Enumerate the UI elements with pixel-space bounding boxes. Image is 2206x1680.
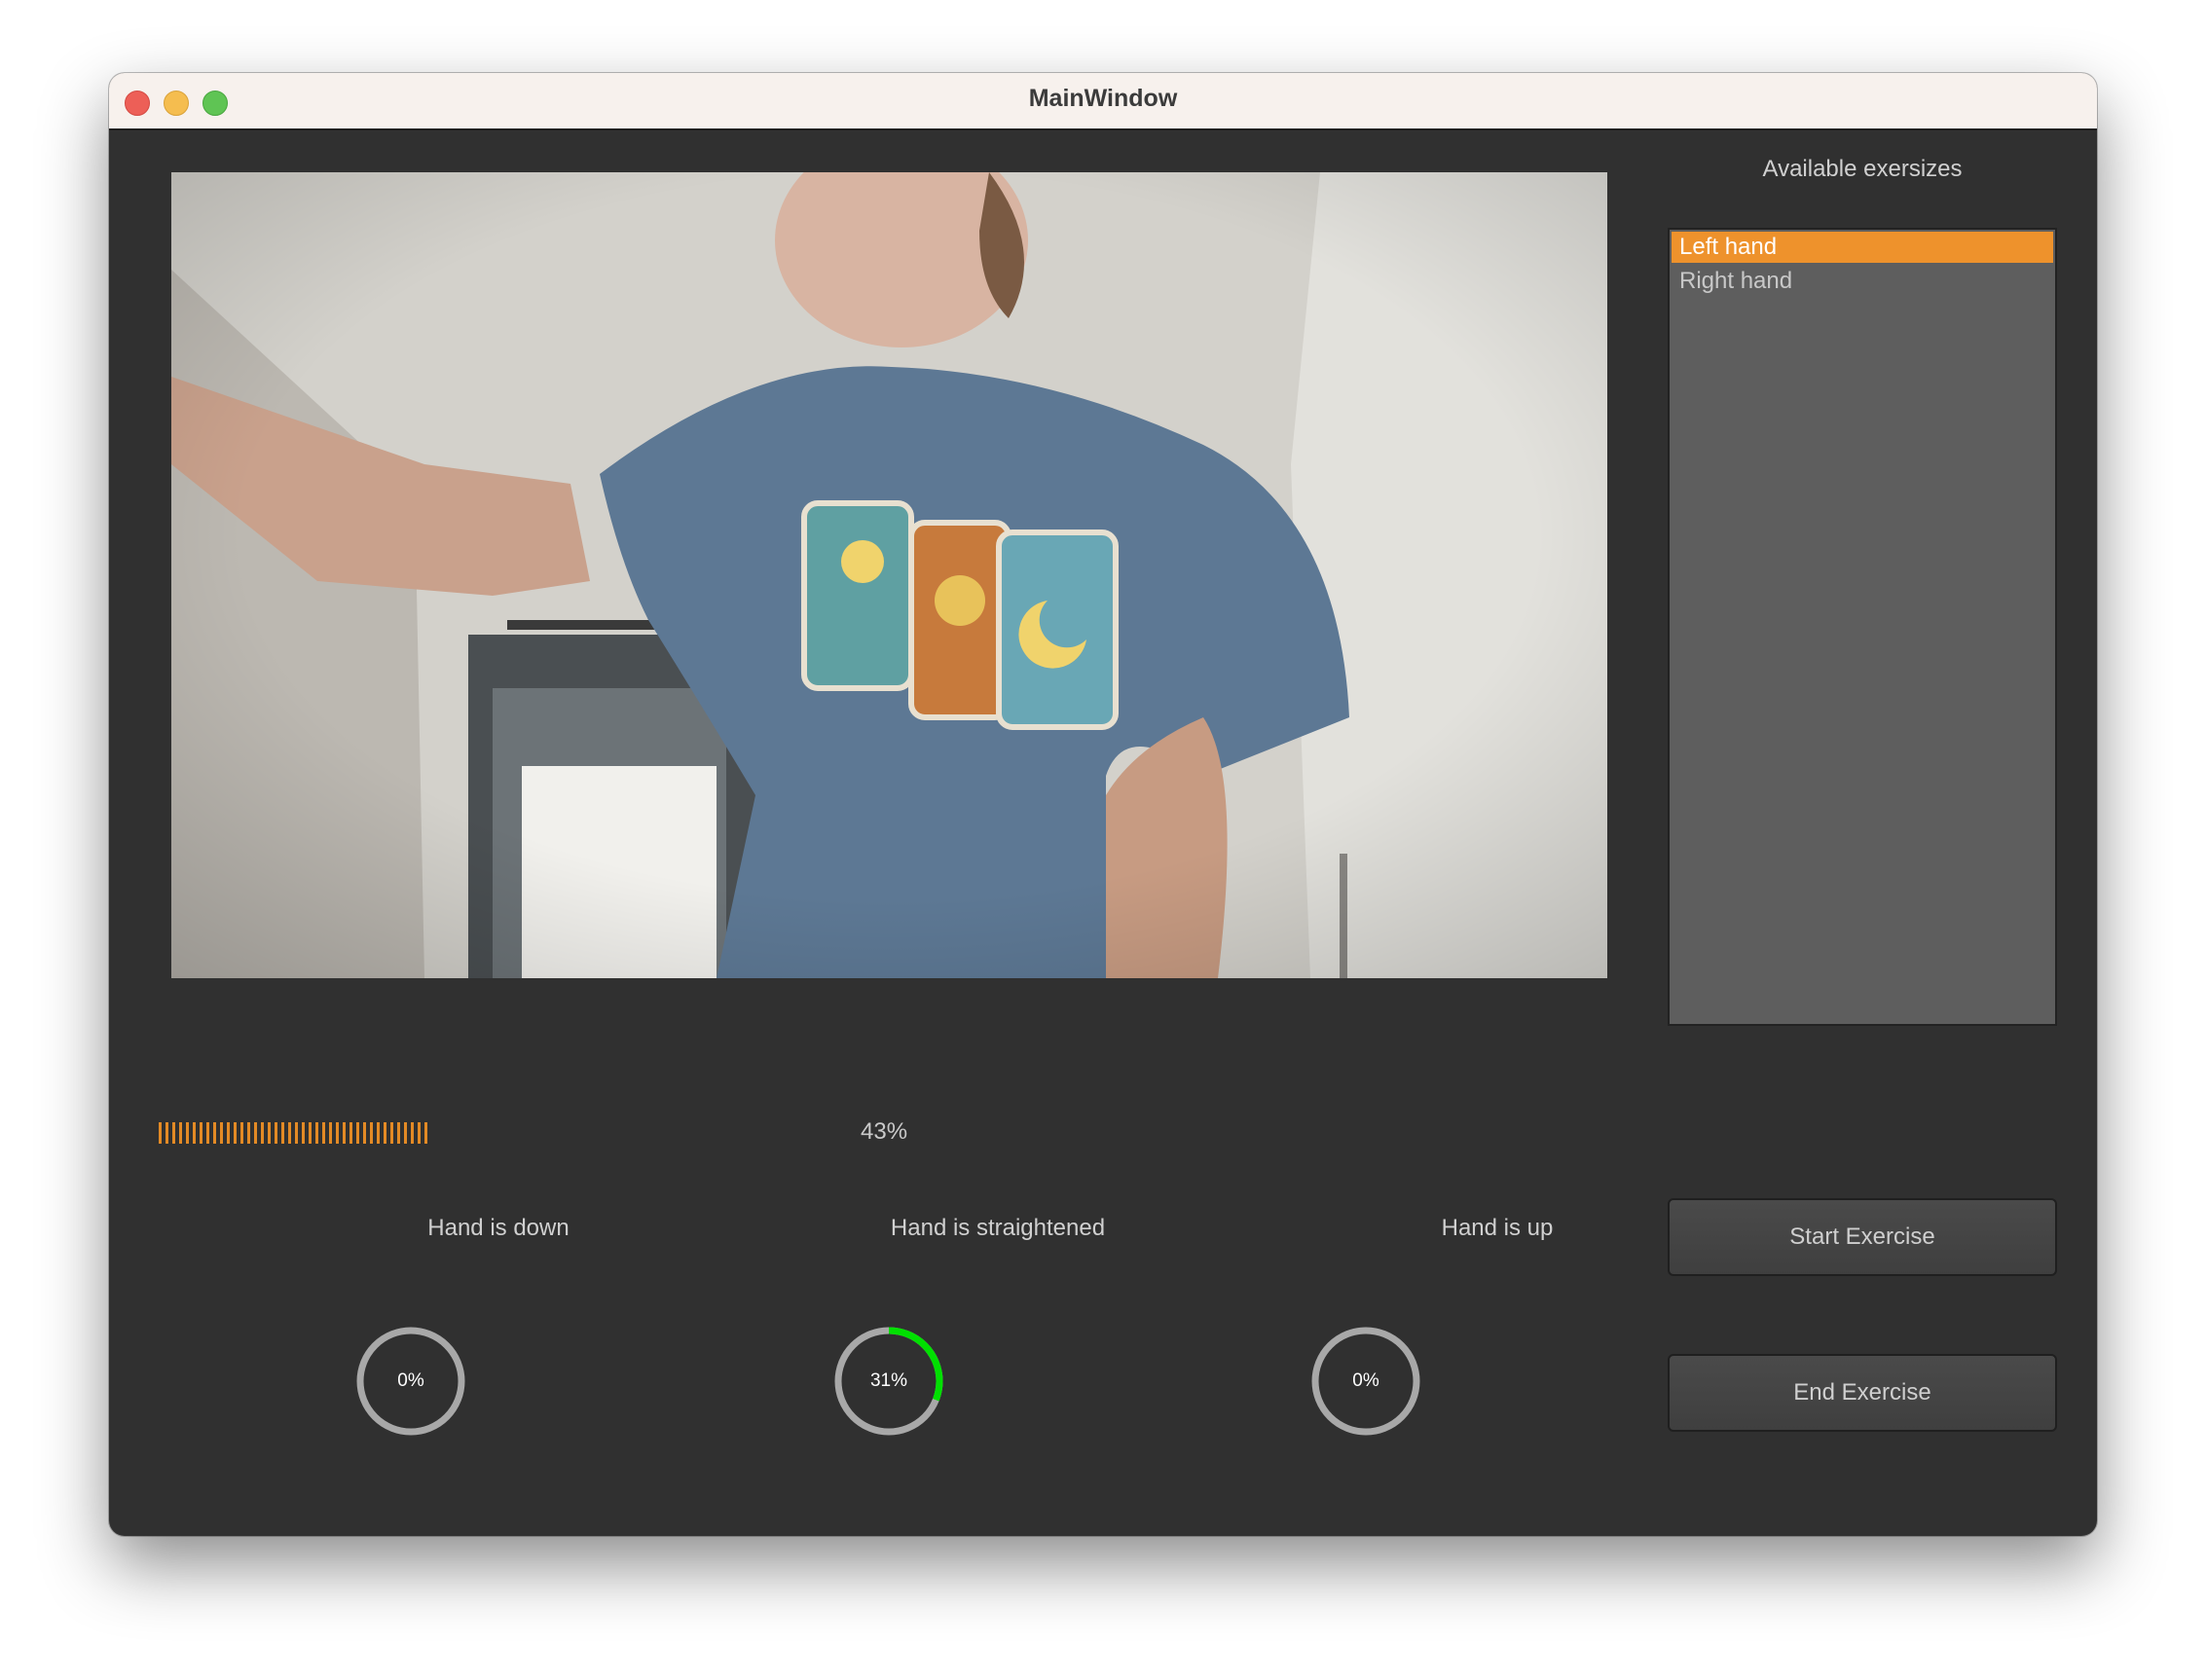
exercise-progress-fill xyxy=(159,1122,430,1144)
gauge-value-hand-up: 0% xyxy=(1352,1370,1379,1391)
exercise-list-title: Available exersizes xyxy=(1762,156,1963,182)
gauge-hand-up: 0% xyxy=(1309,1325,1422,1438)
exercise-progress-bar xyxy=(159,1122,789,1144)
main-window: MainWindow 43% Hand is down Hand is stra… xyxy=(109,73,2097,1536)
window-content: 43% Hand is down Hand is straightened Ha… xyxy=(109,130,2097,1536)
gauge-value-hand-down: 0% xyxy=(397,1370,424,1391)
gauge-label-hand-down: Hand is down xyxy=(427,1215,570,1241)
gauge-value-hand-straightened: 31% xyxy=(869,1370,908,1391)
gauge-hand-down: 0% xyxy=(354,1325,467,1438)
gauge-hand-straightened: 31% xyxy=(832,1325,945,1438)
camera-feed-view xyxy=(171,172,1607,978)
camera-frame-image xyxy=(171,172,1607,978)
end-exercise-button[interactable]: End Exercise xyxy=(1668,1354,2057,1432)
gauge-label-hand-straightened: Hand is straightened xyxy=(890,1215,1106,1241)
title-bar: MainWindow xyxy=(109,73,2097,130)
list-item-left-hand[interactable]: Left hand xyxy=(1672,232,2053,263)
exercise-list[interactable]: Left hand Right hand xyxy=(1668,228,2057,1026)
gauge-label-hand-up: Hand is up xyxy=(1441,1215,1554,1241)
list-item-right-hand[interactable]: Right hand xyxy=(1670,265,2055,298)
window-title: MainWindow xyxy=(1028,85,1178,112)
start-exercise-button[interactable]: Start Exercise xyxy=(1668,1198,2057,1276)
exercise-progress-label: 43% xyxy=(861,1118,908,1145)
